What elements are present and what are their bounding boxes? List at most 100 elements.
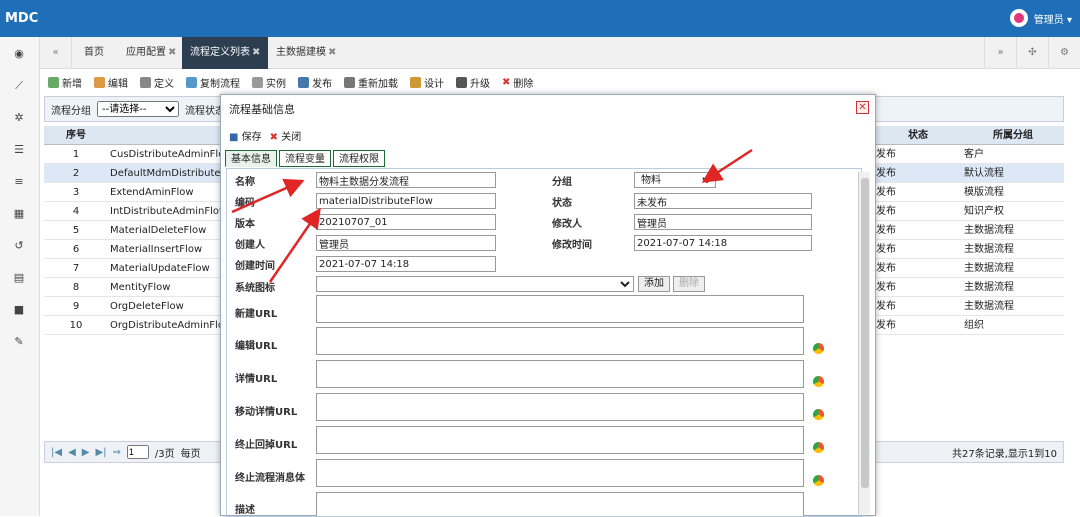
- tab-app-config[interactable]: 应用配置 ✖: [118, 37, 184, 69]
- edit-url-field[interactable]: [316, 327, 804, 355]
- delete-icon: ✖: [502, 76, 511, 88]
- edit-icon: [94, 76, 105, 88]
- prev-page-icon[interactable]: ◀: [68, 447, 76, 458]
- color-palette-icon[interactable]: [813, 475, 824, 486]
- scrollbar-thumb[interactable]: [861, 178, 869, 488]
- page-input[interactable]: [126, 445, 149, 459]
- row-name: DefaultMdmDistributeA: [110, 168, 220, 179]
- group-select[interactable]: 物料: [634, 172, 716, 188]
- close-icon[interactable]: ✖: [168, 47, 176, 58]
- avatar-icon: [1009, 9, 1028, 27]
- icon-select[interactable]: [316, 276, 634, 292]
- close-button[interactable]: ✖ 关闭: [270, 128, 302, 143]
- state-label: 状态: [552, 198, 572, 209]
- scroll-right-icon[interactable]: »: [984, 37, 1016, 69]
- new-url-field[interactable]: [316, 295, 804, 323]
- dialog-toolbar: ■ 保存 ✖ 关闭: [229, 128, 301, 143]
- go-page-icon[interactable]: ⇒: [113, 447, 121, 458]
- row-seq: 7: [72, 263, 80, 274]
- tab-flow-list[interactable]: 流程定义列表 ✖: [182, 37, 269, 69]
- list-icon[interactable]: ≡: [12, 175, 26, 189]
- row-seq: 2: [72, 168, 80, 179]
- dialog-scrollbar[interactable]: [858, 172, 870, 514]
- tab-bar: « 首页 应用配置 ✖ 流程定义列表 ✖ 主数据建模 ✖ » ✣ ⚙: [40, 37, 1080, 69]
- row-group: 主数据流程: [964, 244, 1014, 255]
- instance-button[interactable]: 实例: [252, 75, 286, 90]
- row-seq: 10: [69, 320, 83, 331]
- delete-icon-button[interactable]: 删除: [673, 276, 705, 292]
- upgrade-icon: [456, 76, 467, 88]
- upgrade-button[interactable]: 升级: [456, 75, 490, 90]
- row-group: 主数据流程: [964, 225, 1014, 236]
- publish-button[interactable]: 发布: [298, 75, 332, 90]
- film-icon[interactable]: ▤: [12, 271, 26, 285]
- desc-label: 描述: [235, 505, 255, 516]
- row-status: 发布: [876, 282, 896, 293]
- color-palette-icon[interactable]: [813, 409, 824, 420]
- stop-url-field[interactable]: [316, 426, 804, 454]
- version-field[interactable]: [316, 214, 496, 230]
- delete-button[interactable]: ✖ 删除: [502, 75, 533, 90]
- tab-basic-info[interactable]: 基本信息: [225, 150, 277, 167]
- last-page-icon[interactable]: ▶|: [95, 447, 106, 458]
- wrench-icon[interactable]: ✎: [12, 335, 26, 349]
- dialog-close-icon[interactable]: ✕: [856, 101, 869, 114]
- modifier-field[interactable]: [634, 214, 812, 230]
- row-seq: 8: [72, 282, 80, 293]
- history-icon[interactable]: ↺: [12, 239, 26, 253]
- gear-icon[interactable]: ⚙: [1048, 37, 1080, 69]
- define-button[interactable]: 定义: [140, 75, 174, 90]
- dashboard-icon[interactable]: ◉: [12, 47, 26, 61]
- state-field[interactable]: [634, 193, 812, 209]
- per-page-label: 每页: [180, 448, 201, 460]
- dialog-tabs: 基本信息 流程变量 流程权限: [225, 150, 385, 167]
- desc-field[interactable]: [316, 492, 804, 516]
- close-icon[interactable]: ✖: [252, 47, 260, 58]
- row-group: 默认流程: [964, 168, 1004, 179]
- table-icon[interactable]: ▦: [12, 207, 26, 221]
- define-icon: [140, 76, 151, 88]
- color-palette-icon[interactable]: [813, 376, 824, 387]
- creator-field[interactable]: [316, 235, 496, 251]
- tab-flow-variables[interactable]: 流程变量: [279, 150, 331, 167]
- detail-url-field[interactable]: [316, 360, 804, 388]
- design-icon: [410, 76, 421, 88]
- mobile-url-field[interactable]: [316, 393, 804, 421]
- chart-icon[interactable]: ⟋: [12, 79, 26, 93]
- row-status: 发布: [876, 149, 896, 160]
- tab-mdm-model[interactable]: 主数据建模 ✖: [268, 37, 344, 69]
- ctime-field[interactable]: [316, 256, 496, 272]
- color-palette-icon[interactable]: [813, 343, 824, 354]
- scroll-left-icon[interactable]: «: [40, 37, 72, 69]
- edit-button[interactable]: 编辑: [94, 75, 128, 90]
- reload-button[interactable]: 重新加载: [344, 75, 398, 90]
- row-seq: 3: [72, 187, 80, 198]
- code-field[interactable]: [316, 193, 496, 209]
- box-icon[interactable]: ■: [12, 303, 26, 317]
- database-icon[interactable]: ☰: [12, 143, 26, 157]
- edit-url-label: 编辑URL: [235, 341, 278, 352]
- tab-home[interactable]: 首页: [76, 37, 112, 69]
- user-menu[interactable]: 管理员 ▾: [1009, 9, 1072, 27]
- row-status: 发布: [876, 244, 896, 255]
- group-filter-select[interactable]: --请选择--: [97, 101, 179, 117]
- status-filter-label: 流程状态: [185, 105, 225, 117]
- code-label: 编码: [235, 198, 255, 209]
- settings-icon[interactable]: ✲: [12, 111, 26, 125]
- stop-msg-label: 终止流程消息体: [235, 473, 305, 484]
- close-icon[interactable]: ✖: [328, 47, 336, 58]
- first-page-icon[interactable]: |◀: [51, 447, 62, 458]
- add-button[interactable]: 新增: [48, 75, 82, 90]
- stop-msg-field[interactable]: [316, 459, 804, 487]
- fullscreen-icon[interactable]: ✣: [1016, 37, 1048, 69]
- basic-info-form: 名称 分组 物料 编码 状态 版本 修改人 创建人 修改时间 创建时间 系统图标…: [226, 168, 862, 517]
- modtime-field[interactable]: [634, 235, 812, 251]
- tab-flow-permissions[interactable]: 流程权限: [333, 150, 385, 167]
- next-page-icon[interactable]: ▶: [82, 447, 90, 458]
- save-button[interactable]: ■ 保存: [229, 128, 262, 143]
- add-icon-button[interactable]: 添加: [638, 276, 670, 292]
- copy-flow-button[interactable]: 复制流程: [186, 75, 240, 90]
- design-button[interactable]: 设计: [410, 75, 444, 90]
- color-palette-icon[interactable]: [813, 442, 824, 453]
- name-field[interactable]: [316, 172, 496, 188]
